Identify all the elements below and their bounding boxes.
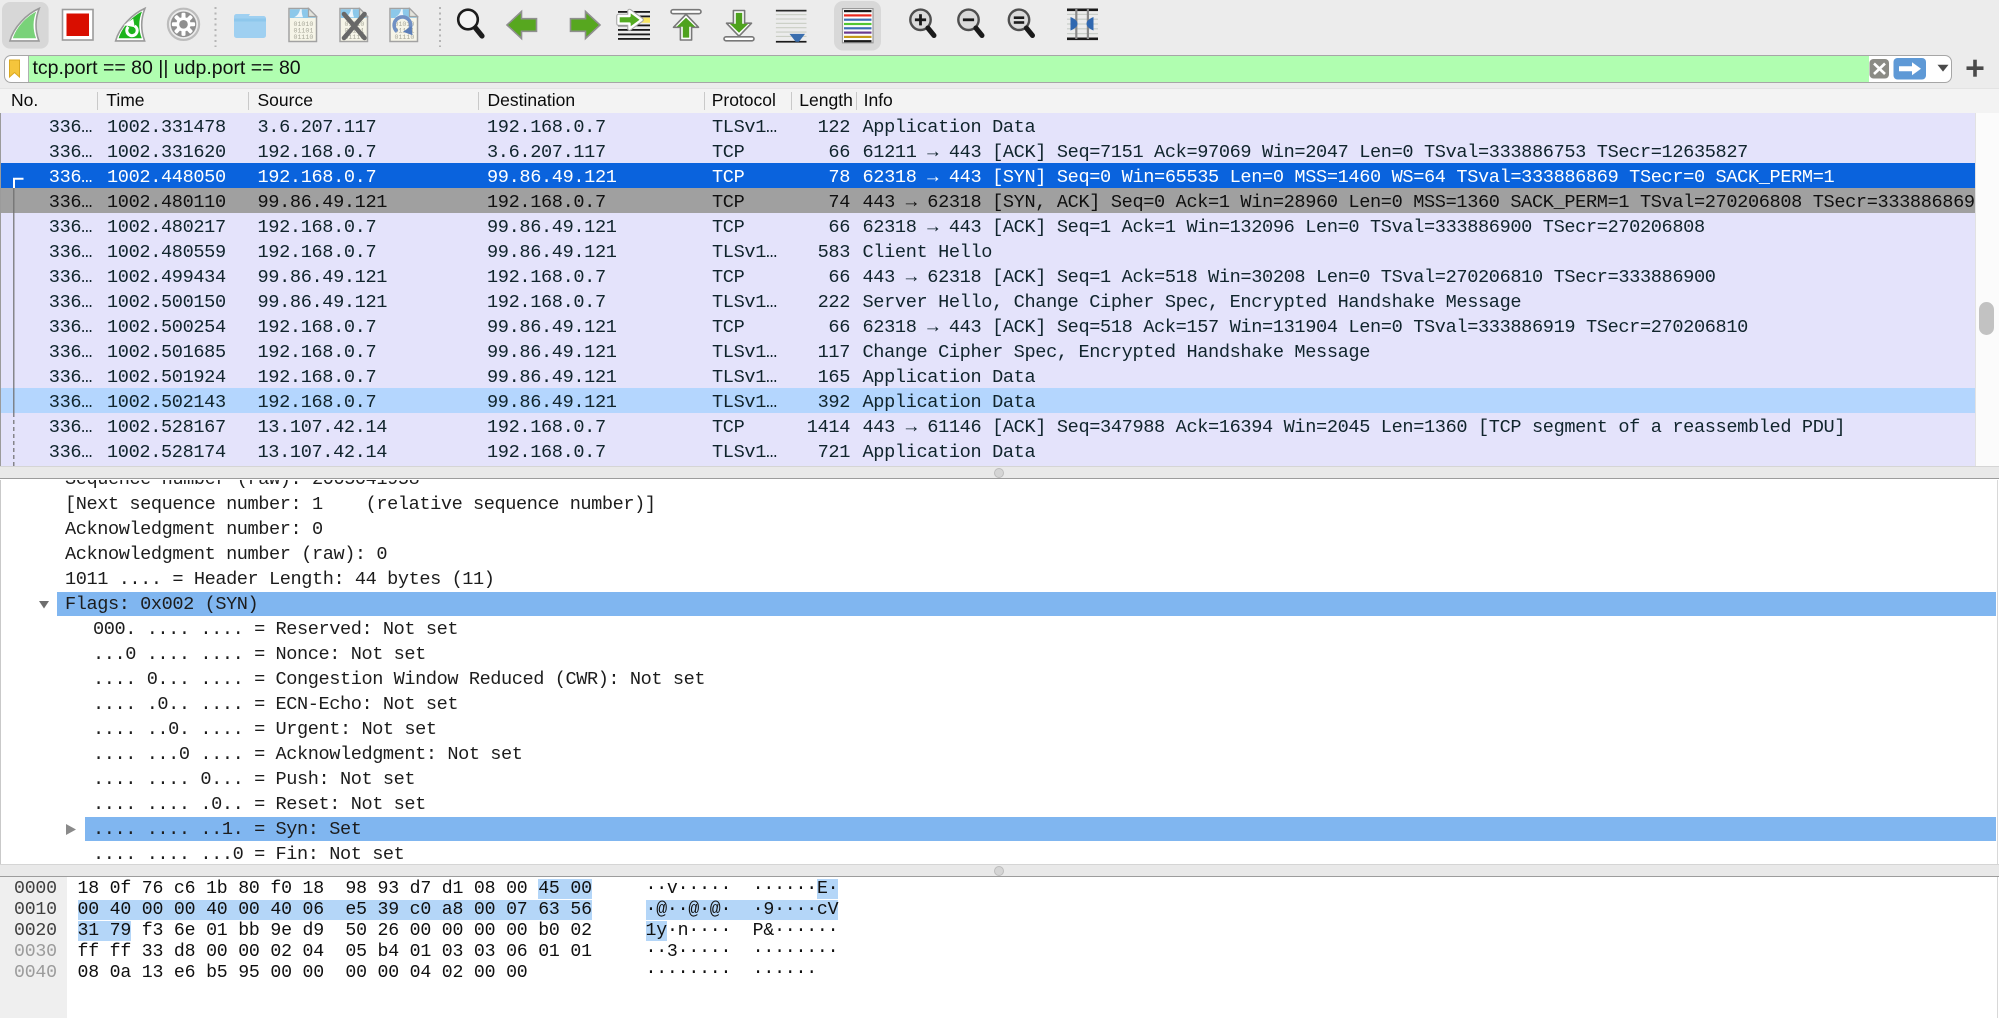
- svg-text:01110: 01110: [395, 34, 415, 41]
- svg-text:01110: 01110: [294, 34, 314, 41]
